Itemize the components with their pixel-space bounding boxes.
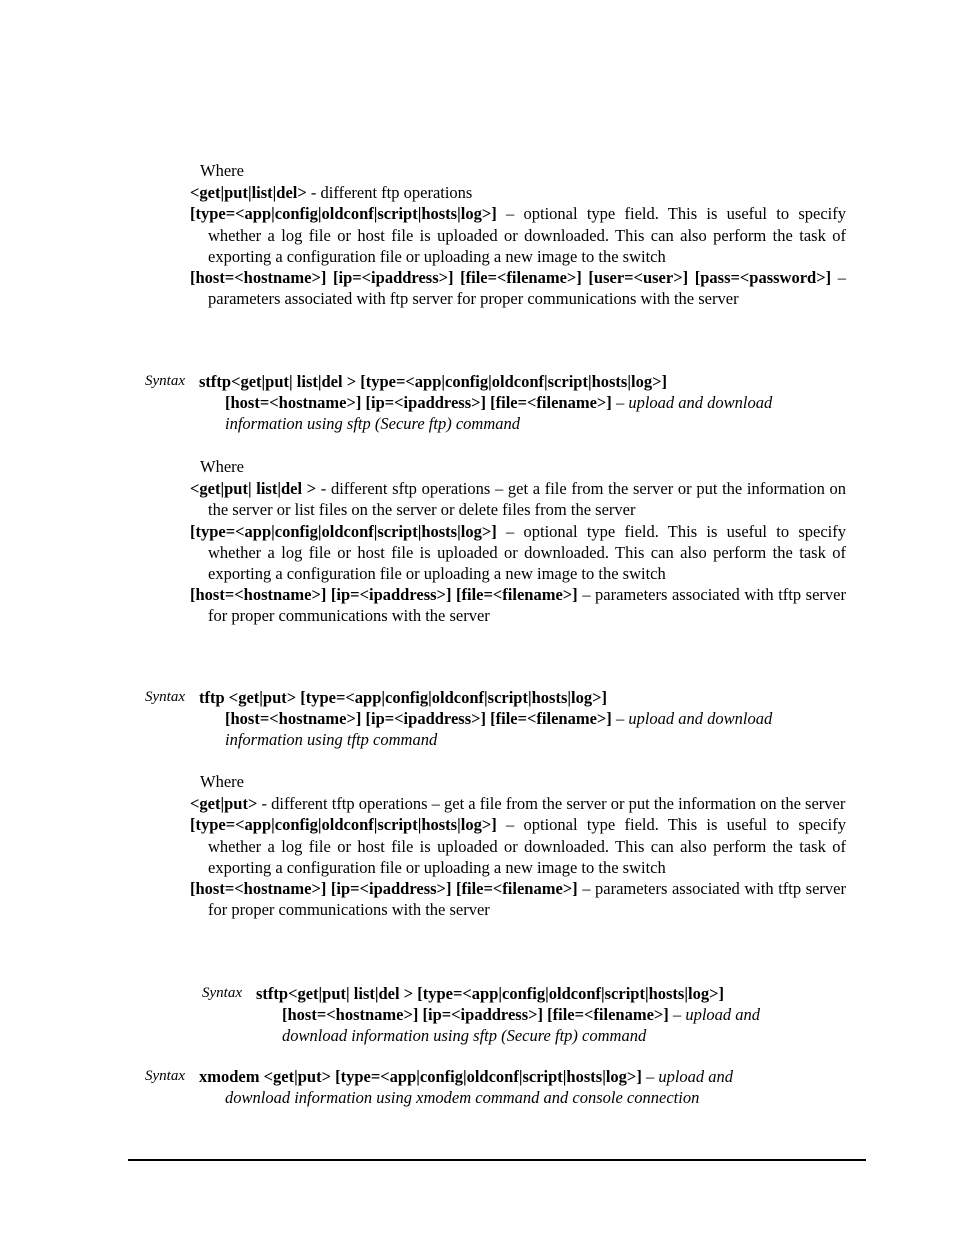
where-label-tftp: Where xyxy=(200,772,244,791)
sftp-syntax-2-line2: [host=<hostname>] [ip=<ipaddress>] [file… xyxy=(256,1004,844,1025)
xmodem-syntax-body: xmodem <get|put> [type=<app|config|oldco… xyxy=(199,1066,845,1108)
sftp-syntax-line2: [host=<hostname>] [ip=<ipaddress>] [file… xyxy=(199,392,839,413)
tftp-syntax-line3: information using tftp command xyxy=(225,730,438,750)
ftp-param-conn-token: [host=<hostname>] [ip=<ipaddress>] [file… xyxy=(190,268,832,288)
xmodem-syntax-line1: xmodem <get|put> [type=<app|config|oldco… xyxy=(199,1067,733,1086)
where-label-ftp: Where xyxy=(200,161,244,180)
sftp-syntax-body: stftp<get|put| list|del > [type=<app|con… xyxy=(199,371,839,435)
sftp-syntax-2-line2-italic: – upload and xyxy=(672,1005,761,1025)
syntax-label: Syntax xyxy=(202,985,242,1001)
tftp-param-type: [type=<app|config|oldconf|script|hosts|l… xyxy=(190,814,846,878)
sftp-syntax-2-line3: download information using sftp (Secure … xyxy=(282,1026,647,1046)
ftp-param-getput-desc: - different ftp operations xyxy=(306,183,473,203)
ftp-param-type-token: [type=<app|config|oldconf|script|hosts|l… xyxy=(190,204,497,224)
ftp-where-block: Where <get|put|list|del> - different ftp… xyxy=(190,160,846,309)
ftp-param-getput-token: <get|put|list|del> xyxy=(190,183,307,203)
sftp-syntax-2-line2-bold: [host=<hostname>] [ip=<ipaddress>] [file… xyxy=(282,1005,673,1025)
xmodem-syntax-line1-bold: xmodem <get|put> [type=<app|config|oldco… xyxy=(199,1067,646,1086)
sftp-syntax-2-body: stftp<get|put| list|del > [type=<app|con… xyxy=(256,983,844,1047)
tftp-syntax-line2: [host=<hostname>] [ip=<ipaddress>] [file… xyxy=(199,708,839,729)
tftp-param-getput: <get|put> - different tftp operations – … xyxy=(190,793,846,814)
tftp-param-conn-token: [host=<hostname>] [ip=<ipaddress>] [file… xyxy=(190,879,578,899)
tftp-syntax-line2-italic: – upload and download xyxy=(615,709,773,729)
syntax-label: Syntax xyxy=(145,1068,185,1084)
xmodem-syntax-line2: download information using xmodem comman… xyxy=(225,1088,700,1108)
tftp-param-getput-token: <get|put> xyxy=(190,794,258,814)
sftp-param-type: [type=<app|config|oldconf|script|hosts|l… xyxy=(190,521,846,585)
sftp-param-conn-token: [host=<hostname>] [ip=<ipaddress>] [file… xyxy=(190,585,578,605)
sftp-syntax-2-line1: stftp<get|put| list|del > [type=<app|con… xyxy=(256,984,724,1003)
tftp-syntax-block: Syntax tftp <get|put> [type=<app|config|… xyxy=(145,687,845,751)
tftp-param-type-token: [type=<app|config|oldconf|script|hosts|l… xyxy=(190,815,497,835)
tftp-param-conn: [host=<hostname>] [ip=<ipaddress>] [file… xyxy=(190,878,846,920)
tftp-syntax-body: tftp <get|put> [type=<app|config|oldconf… xyxy=(199,687,839,751)
sftp-syntax-line2-bold: [host=<hostname>] [ip=<ipaddress>] [file… xyxy=(225,393,616,413)
ftp-param-getput: <get|put|list|del> - different ftp opera… xyxy=(190,182,846,203)
sftp-where-block: Where <get|put| list|del > - different s… xyxy=(190,456,846,627)
sftp-param-type-token: [type=<app|config|oldconf|script|hosts|l… xyxy=(190,521,497,541)
sftp-syntax-block: Syntax stftp<get|put| list|del > [type=<… xyxy=(145,371,845,435)
sftp-param-conn: [host=<hostname>] [ip=<ipaddress>] [file… xyxy=(190,584,846,626)
tftp-param-getput-desc: - different tftp operations – get a file… xyxy=(257,794,846,814)
footer-divider xyxy=(128,1159,866,1161)
ftp-param-conn: [host=<hostname>] [ip=<ipaddress>] [file… xyxy=(190,267,846,309)
xmodem-syntax-line1-italic: – upload and xyxy=(645,1067,734,1086)
sftp-syntax-block-2: Syntax stftp<get|put| list|del > [type=<… xyxy=(202,983,846,1047)
where-label-sftp: Where xyxy=(200,457,244,476)
sftp-param-getput-token: <get|put| list|del > xyxy=(190,479,317,499)
xmodem-syntax-block: Syntax xmodem <get|put> [type=<app|confi… xyxy=(145,1066,847,1108)
sftp-param-getput: <get|put| list|del > - different sftp op… xyxy=(190,478,846,520)
sftp-syntax-line3: information using sftp (Secure ftp) comm… xyxy=(225,414,520,434)
tftp-syntax-line2-bold: [host=<hostname>] [ip=<ipaddress>] [file… xyxy=(225,709,616,729)
tftp-where-block: Where <get|put> - different tftp operati… xyxy=(190,771,846,920)
syntax-label: Syntax xyxy=(145,373,185,389)
ftp-param-type: [type=<app|config|oldconf|script|hosts|l… xyxy=(190,203,846,267)
tftp-syntax-line1: tftp <get|put> [type=<app|config|oldconf… xyxy=(199,688,607,707)
sftp-syntax-line2-italic: – upload and download xyxy=(615,393,773,413)
syntax-label: Syntax xyxy=(145,689,185,705)
sftp-syntax-line1: stftp<get|put| list|del > [type=<app|con… xyxy=(199,372,667,391)
document-page: Where <get|put|list|del> - different ftp… xyxy=(0,0,954,1235)
